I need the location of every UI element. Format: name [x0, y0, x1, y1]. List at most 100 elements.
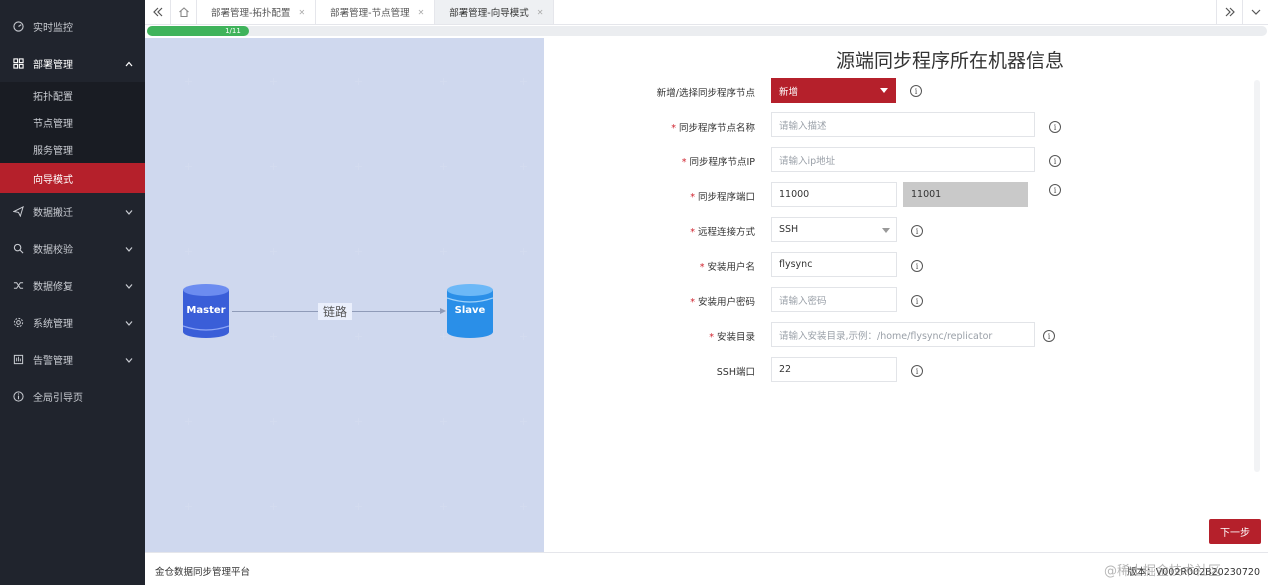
- input-value: 22: [779, 364, 792, 375]
- send-icon: [12, 206, 24, 218]
- info-symbol: i: [1053, 122, 1057, 132]
- install-dir-input[interactable]: 请输入安装目录,示例：/home/flysync/replicator: [771, 322, 1035, 347]
- wizard-progress: 1/11: [145, 25, 1268, 38]
- form-scrollbar[interactable]: [1254, 80, 1260, 472]
- close-icon[interactable]: ✕: [298, 8, 305, 17]
- tab-nodes[interactable]: 部署管理-节点管理 ✕: [316, 0, 436, 24]
- form-title: 源端同步程序所在机器信息: [836, 50, 1065, 72]
- node-name-input[interactable]: 请输入描述: [771, 112, 1035, 137]
- info-icon[interactable]: i: [911, 225, 923, 237]
- sidebar-item-label: 数据搬迁: [33, 208, 73, 219]
- grid-plus-mark: [355, 503, 362, 510]
- grid-plus-mark: [270, 418, 277, 425]
- grid-plus-mark: [185, 78, 192, 85]
- sidebar-item-guide[interactable]: 全局引导页: [0, 378, 145, 415]
- required-mark: *: [690, 192, 695, 203]
- next-step-button[interactable]: 下一步: [1209, 519, 1261, 544]
- select-value: SSH: [779, 224, 799, 235]
- tab-bar: 部署管理-拓扑配置 ✕ 部署管理-节点管理 ✕ 部署管理-向导模式 ✕: [145, 0, 1268, 25]
- sidebar-item-verify[interactable]: 数据校验: [0, 230, 145, 267]
- progress-label: 1/11: [225, 27, 241, 35]
- sidebar-item-deploy[interactable]: 部署管理: [0, 45, 145, 82]
- node-select-dropdown[interactable]: 新增: [771, 78, 896, 103]
- double-chevron-right-icon: [1225, 7, 1235, 17]
- slave-database-icon[interactable]: [447, 284, 493, 338]
- field-label-text: 同步程序端口: [697, 192, 755, 203]
- chevron-down-icon: [123, 280, 135, 292]
- required-mark: *: [690, 297, 695, 308]
- tabs-scroll-left-button[interactable]: [145, 0, 171, 24]
- port-secondary-input: 11001: [903, 182, 1028, 207]
- sidebar-submenu-deploy: 拓扑配置 节点管理 服务管理 向导模式: [0, 82, 145, 193]
- grid-plus-mark: [520, 503, 527, 510]
- grid-plus-mark: [185, 503, 192, 510]
- chevron-down-icon: [1251, 9, 1260, 15]
- close-icon[interactable]: ✕: [537, 8, 544, 17]
- select-value: 新增: [779, 86, 799, 98]
- info-icon[interactable]: i: [1049, 121, 1061, 133]
- grid-plus-mark: [440, 248, 447, 255]
- field-label-text: 安装用户密码: [697, 297, 755, 308]
- tab-topology[interactable]: 部署管理-拓扑配置 ✕: [197, 0, 317, 24]
- node-select-label: 新增/选择同步程序节点: [555, 85, 755, 99]
- sidebar-item-migrate[interactable]: 数据搬迁: [0, 193, 145, 230]
- dashboard-icon: [12, 21, 24, 33]
- close-icon[interactable]: ✕: [418, 8, 425, 17]
- sidebar-item-monitor[interactable]: 实时监控: [0, 8, 145, 45]
- sidebar-item-label: 数据校验: [33, 245, 73, 256]
- field-label-text: SSH端口: [716, 367, 755, 378]
- info-symbol: i: [915, 366, 919, 376]
- info-icon[interactable]: i: [1043, 330, 1055, 342]
- grid-plus-mark: [185, 163, 192, 170]
- info-icon[interactable]: i: [1049, 184, 1061, 196]
- sidebar-item-system[interactable]: 系统管理: [0, 304, 145, 341]
- double-chevron-left-icon: [152, 7, 162, 17]
- sidebar-item-label: 系统管理: [33, 319, 73, 330]
- sidebar-item-repair[interactable]: 数据修复: [0, 267, 145, 304]
- sidebar-item-wizard[interactable]: 向导模式: [0, 163, 145, 193]
- grid-plus-mark: [440, 503, 447, 510]
- grid-plus-mark: [520, 333, 527, 340]
- tabs-scroll-right-button[interactable]: [1216, 0, 1242, 24]
- grid-plus-mark: [520, 78, 527, 85]
- sidebar-item-label: 实时监控: [33, 23, 73, 34]
- grid-plus-mark: [440, 78, 447, 85]
- required-mark: *: [681, 157, 687, 168]
- install-password-input[interactable]: 请输入密码: [771, 287, 897, 312]
- remote-method-select[interactable]: SSH: [771, 217, 897, 242]
- sidebar-item-topology[interactable]: 拓扑配置: [0, 82, 145, 109]
- sidebar: 实时监控 部署管理 拓扑配置 节点管理 服务管理 向导模式 数据搬迁 数据校验 …: [0, 0, 145, 585]
- tab-label: 部署管理-节点管理: [330, 8, 410, 19]
- tab-wizard[interactable]: 部署管理-向导模式 ✕: [435, 0, 555, 24]
- home-tab-button[interactable]: [171, 0, 197, 24]
- master-database-icon[interactable]: [183, 284, 229, 338]
- install-user-input[interactable]: flysync: [771, 252, 897, 277]
- field-label-text: 新增/选择同步程序节点: [656, 88, 755, 99]
- tabs-menu-button[interactable]: [1242, 0, 1268, 24]
- required-mark: *: [699, 262, 705, 273]
- info-symbol: i: [915, 296, 919, 306]
- info-icon[interactable]: i: [910, 85, 922, 97]
- info-icon[interactable]: i: [1049, 155, 1061, 167]
- sidebar-item-nodes[interactable]: 节点管理: [0, 109, 145, 136]
- ssh-port-input[interactable]: 22: [771, 357, 897, 382]
- link-arrow-icon: [440, 308, 446, 314]
- tab-label: 部署管理-拓扑配置: [211, 8, 291, 19]
- footer: 金仓数据同步管理平台 版本：V002R002B20230720: [145, 552, 1268, 585]
- sidebar-item-label: 部署管理: [33, 60, 73, 71]
- info-icon[interactable]: i: [911, 260, 923, 272]
- sidebar-item-label: 服务管理: [33, 146, 73, 157]
- node-ip-input[interactable]: 请输入ip地址: [771, 147, 1035, 172]
- install-user-label: * 安装用户名: [555, 259, 755, 273]
- info-icon[interactable]: i: [911, 365, 923, 377]
- input-placeholder: 请输入密码: [779, 295, 827, 307]
- input-value: 11000: [779, 189, 810, 200]
- info-icon[interactable]: i: [911, 295, 923, 307]
- sidebar-item-alarm[interactable]: 告警管理: [0, 341, 145, 378]
- port-input[interactable]: 11000: [771, 182, 897, 207]
- input-placeholder: 请输入安装目录,示例：/home/flysync/replicator: [779, 330, 993, 342]
- sidebar-item-services[interactable]: 服务管理: [0, 136, 145, 163]
- chevron-down-icon: [123, 243, 135, 255]
- footer-platform-name: 金仓数据同步管理平台: [155, 567, 251, 578]
- input-value: 11001: [911, 189, 942, 200]
